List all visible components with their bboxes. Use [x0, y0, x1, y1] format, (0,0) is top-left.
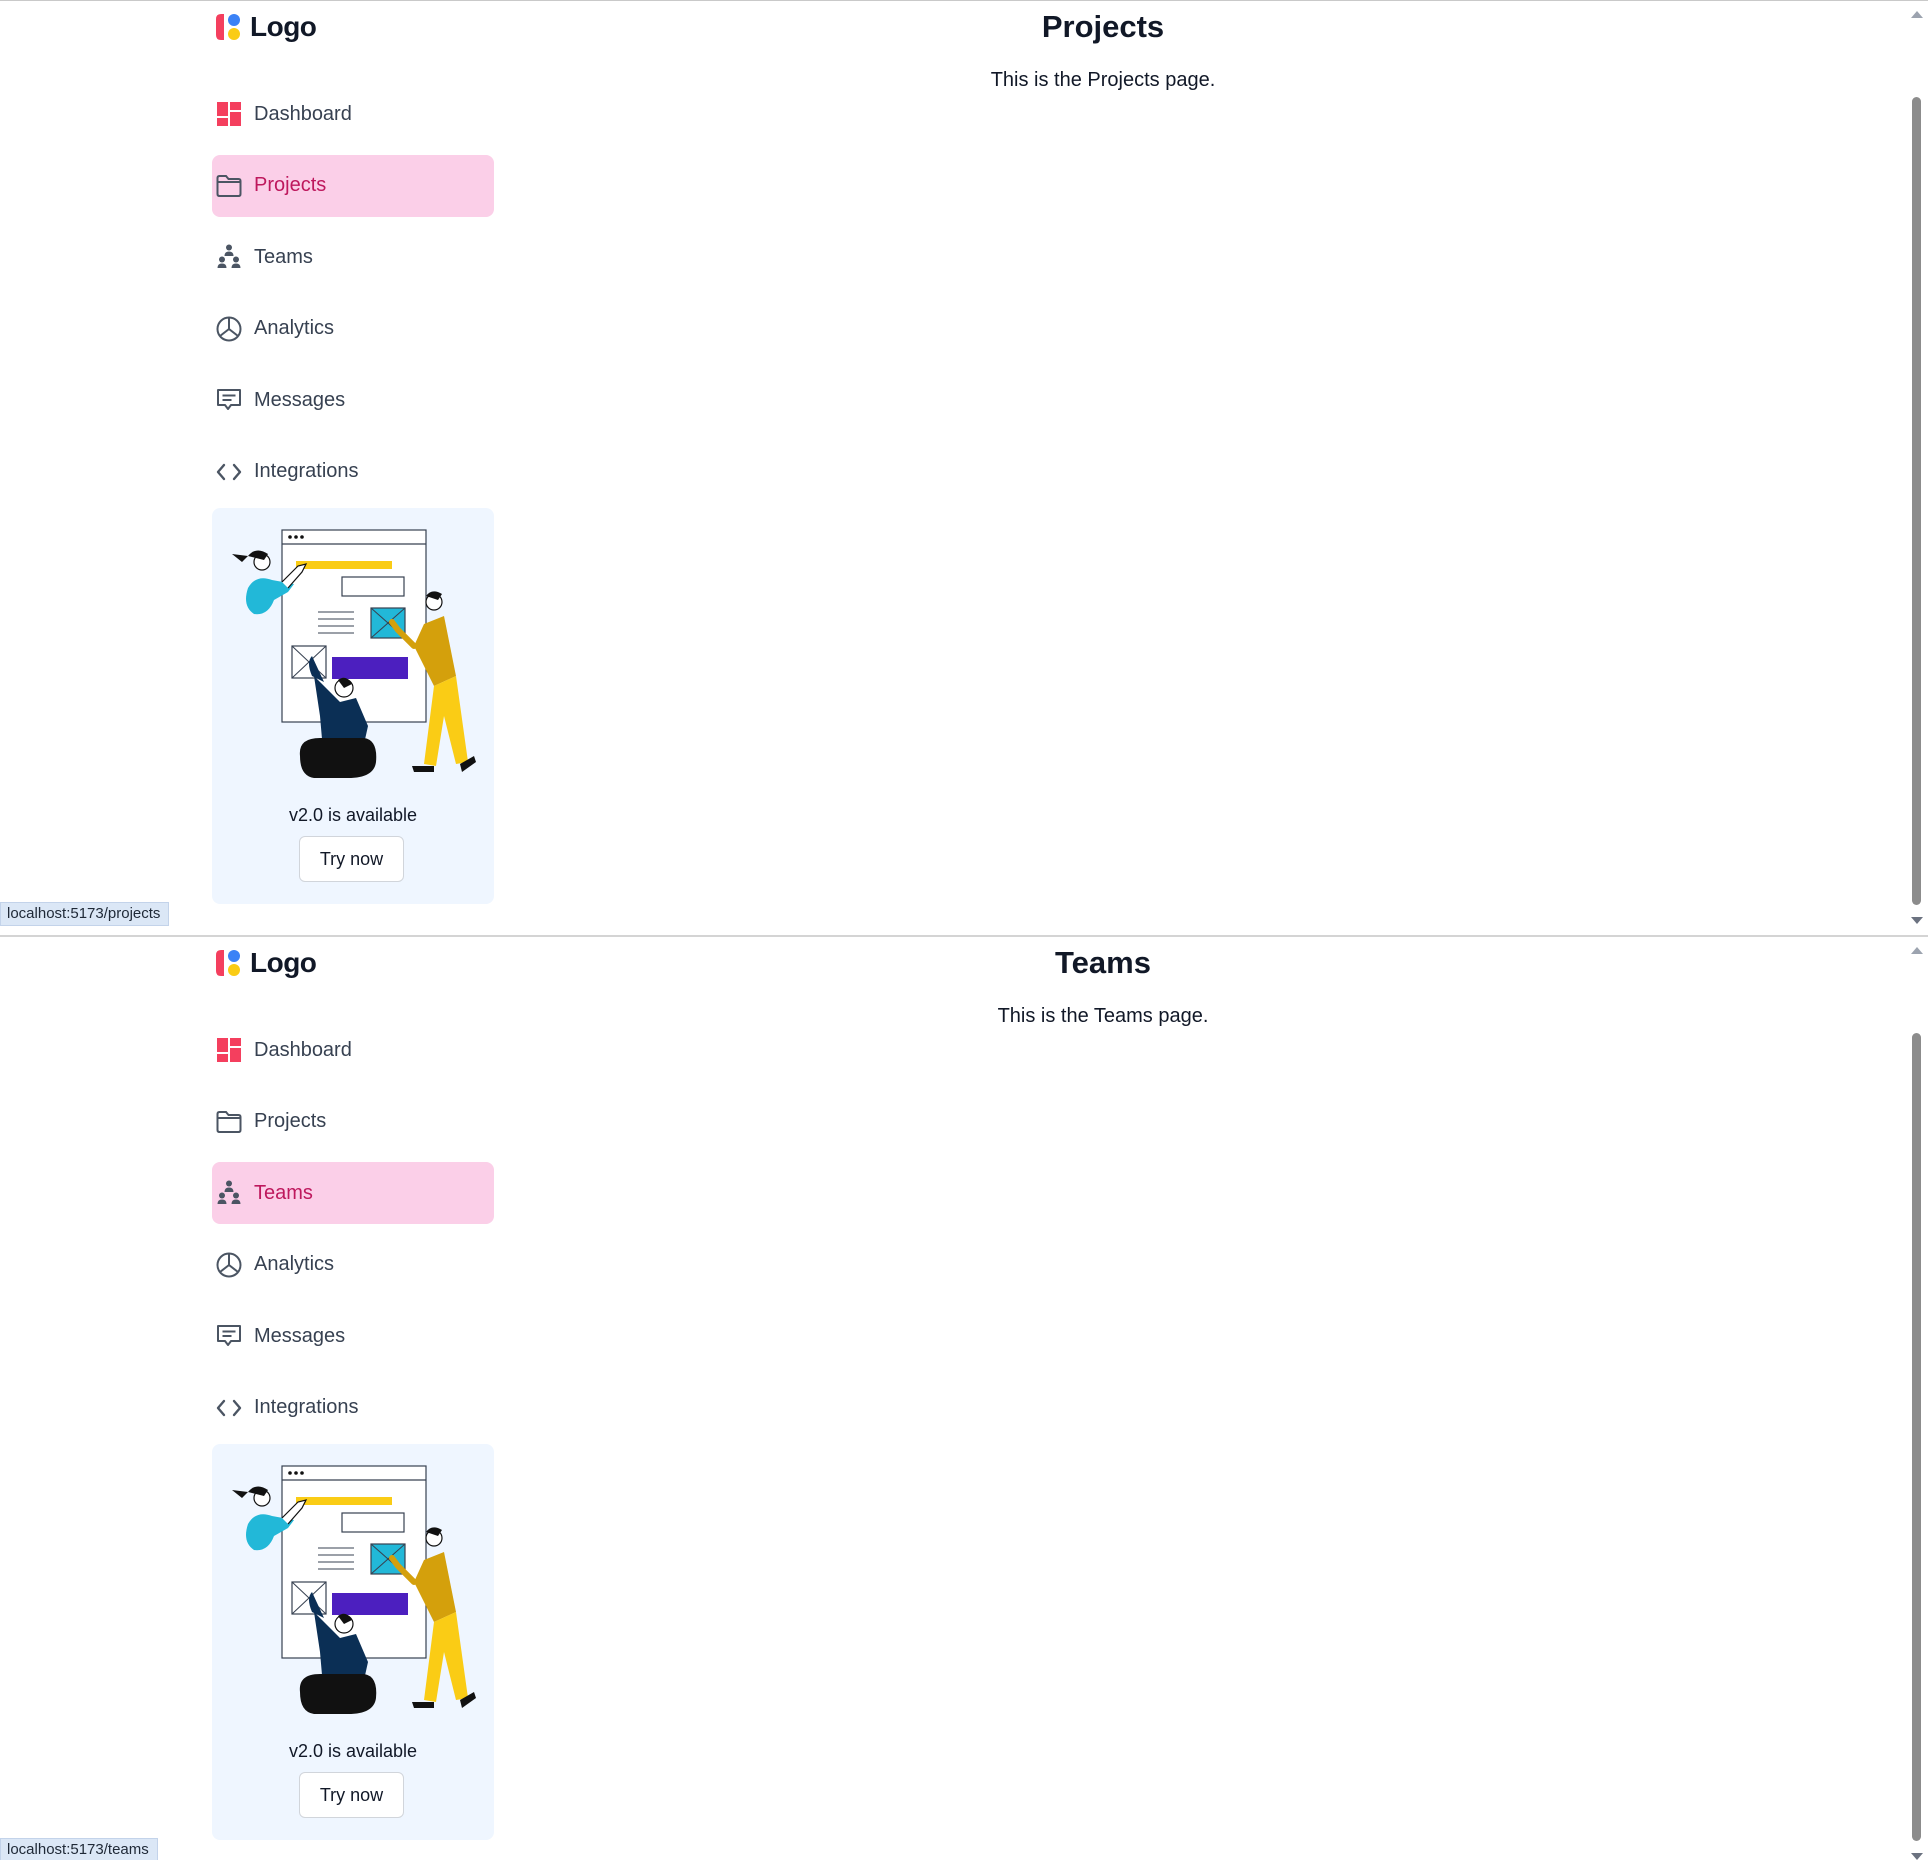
main-content: Teams This is the Teams page. [495, 937, 1711, 1028]
sidebar-item-teams[interactable]: Teams [212, 1162, 494, 1224]
folder-icon [214, 1107, 244, 1137]
teams-icon [214, 242, 244, 272]
sidebar-item-projects[interactable]: Projects [212, 1091, 494, 1153]
try-now-button[interactable]: Try now [299, 1772, 404, 1818]
sidebar-item-label: Dashboard [254, 1038, 352, 1061]
browser-pane-teams: Logo Dashboard Projects Teams Analytics … [0, 935, 1928, 1860]
pie-chart-icon [214, 1250, 244, 1280]
try-now-button[interactable]: Try now [299, 836, 404, 882]
sidebar-nav: Dashboard Projects Teams Analytics Messa… [212, 1019, 494, 1448]
pie-chart-icon [214, 314, 244, 344]
scroll-up-arrow-icon[interactable] [1911, 947, 1923, 954]
sidebar-item-teams[interactable]: Teams [212, 226, 494, 288]
message-icon [214, 1321, 244, 1351]
sidebar-item-integrations[interactable]: Integrations [212, 441, 494, 503]
sidebar-item-label: Analytics [254, 1253, 335, 1275]
sidebar-item-messages[interactable]: Messages [212, 1305, 494, 1367]
dashboard-icon [214, 1035, 244, 1065]
scroll-thumb[interactable] [1912, 1033, 1921, 1841]
sidebar-item-label: Messages [254, 1324, 346, 1347]
teams-icon [214, 1178, 244, 1208]
scroll-down-arrow-icon[interactable] [1911, 1853, 1923, 1860]
link-status-bar: localhost:5173/projects [0, 902, 170, 926]
link-status-bar: localhost:5173/teams [0, 1838, 158, 1860]
logo-icon [216, 950, 240, 976]
sidebar-item-messages[interactable]: Messages [212, 369, 494, 431]
sidebar-item-projects[interactable]: Projects [212, 154, 494, 217]
sidebar-item-label: Projects [254, 1110, 327, 1132]
sidebar-item-label: Projects [254, 174, 327, 196]
sidebar-item-label: Teams [254, 245, 313, 268]
sidebar-item-label: Dashboard [254, 102, 352, 125]
team-illustration [232, 529, 476, 778]
page-title: Projects [1041, 9, 1165, 44]
code-icon [214, 1393, 244, 1423]
scroll-down-arrow-icon[interactable] [1911, 917, 1923, 924]
sidebar-item-label: Integrations [254, 460, 359, 482]
logo-icon [216, 14, 240, 40]
sidebar-item-analytics[interactable]: Analytics [212, 1234, 494, 1296]
sidebar-item-label: Teams [254, 1181, 313, 1204]
page-title: Teams [1055, 945, 1151, 980]
dashboard-icon [214, 99, 244, 129]
main-content: Projects This is the Projects page. [495, 1, 1711, 92]
brand-name: Logo [250, 11, 317, 42]
sidebar-item-label: Messages [254, 388, 346, 411]
sidebar-item-label: Analytics [254, 317, 335, 339]
page-description: This is the Teams page. [997, 1005, 1209, 1027]
scroll-up-arrow-icon[interactable] [1911, 11, 1923, 18]
vertical-scrollbar[interactable] [1904, 1, 1928, 935]
code-icon [214, 457, 244, 487]
vertical-scrollbar[interactable] [1904, 937, 1928, 1860]
sidebar-item-integrations[interactable]: Integrations [212, 1377, 494, 1439]
brand[interactable]: Logo [212, 945, 317, 981]
sidebar-item-dashboard[interactable]: Dashboard [212, 1019, 494, 1081]
folder-icon [214, 171, 244, 201]
sidebar-nav: Dashboard Projects Teams Analytics Messa… [212, 83, 494, 512]
brand-name: Logo [250, 947, 317, 978]
brand[interactable]: Logo [212, 9, 317, 45]
message-icon [214, 385, 244, 415]
scroll-thumb[interactable] [1912, 97, 1921, 905]
promo-text: v2.0 is available [288, 1741, 418, 1761]
sidebar-item-analytics[interactable]: Analytics [212, 298, 494, 360]
page-description: This is the Projects page. [990, 69, 1216, 91]
browser-pane-projects: Logo Dashboard Projects Teams Analytics … [0, 0, 1928, 935]
team-illustration [232, 1465, 476, 1714]
upgrade-promo-card: v2.0 is available Try now [212, 508, 494, 904]
sidebar-item-label: Integrations [254, 1396, 359, 1418]
upgrade-promo-card: v2.0 is available Try now [212, 1444, 494, 1840]
promo-text: v2.0 is available [288, 805, 418, 825]
sidebar-item-dashboard[interactable]: Dashboard [212, 83, 494, 145]
